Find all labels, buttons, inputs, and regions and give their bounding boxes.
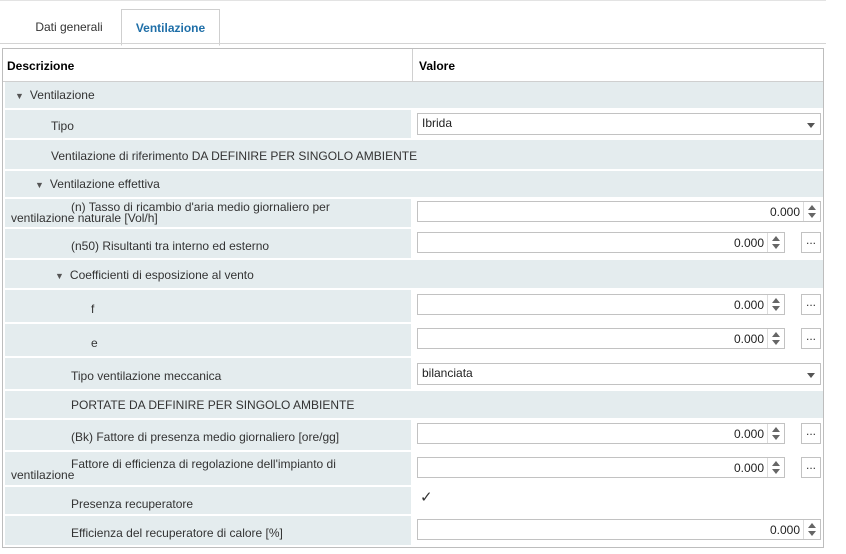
ellipsis-button[interactable]: ... bbox=[801, 232, 821, 253]
property-row-efficienza-recuperatore: Efficienza del recuperatore di calore [%… bbox=[3, 516, 823, 547]
spinner-icon[interactable] bbox=[803, 202, 820, 221]
spinner-icon[interactable] bbox=[767, 458, 784, 477]
group-label: Coefficienti di esposizione al vento bbox=[69, 268, 254, 282]
property-label: Fattore di efficienza di regolazione del… bbox=[11, 457, 336, 482]
group-row-ventilazione[interactable]: ▼ Ventilazione bbox=[3, 82, 823, 110]
column-header-descrizione[interactable]: Descrizione bbox=[3, 49, 413, 81]
property-row-tipo: Tipo Ibrida bbox=[3, 110, 823, 140]
property-label: (n50) Risultanti tra interno ed esterno bbox=[71, 239, 270, 253]
ellipsis-button[interactable]: ... bbox=[801, 423, 821, 444]
property-label: Tipo ventilazione meccanica bbox=[71, 369, 222, 383]
property-label: Efficienza del recuperatore di calore [%… bbox=[71, 526, 283, 540]
property-grid: Descrizione Valore ▼ Ventilazione Tipo Ib… bbox=[2, 48, 824, 548]
dropdown-arrow-icon[interactable] bbox=[807, 123, 815, 128]
e-input[interactable]: 0.000 bbox=[417, 328, 785, 349]
spinner-icon[interactable] bbox=[767, 295, 784, 314]
tab-divider bbox=[0, 43, 826, 44]
note-text: Ventilazione di riferimento DA DEFINIRE … bbox=[51, 149, 418, 163]
ellipsis-button[interactable]: ... bbox=[801, 294, 821, 315]
efficienza-recuperatore-input[interactable]: 0.000 bbox=[417, 519, 821, 540]
spinner-icon[interactable] bbox=[767, 424, 784, 443]
note-text: PORTATE DA DEFINIRE PER SINGOLO AMBIENTE bbox=[71, 398, 355, 412]
group-row-coefficienti[interactable]: ▼ Coefficienti di esposizione al vento bbox=[3, 260, 823, 290]
info-row-portate: PORTATE DA DEFINIRE PER SINGOLO AMBIENTE bbox=[3, 391, 823, 420]
property-label: Tipo bbox=[51, 119, 74, 133]
recuperatore-checkbox[interactable]: ✓ bbox=[420, 490, 436, 506]
ellipsis-button[interactable]: ... bbox=[801, 457, 821, 478]
column-header-valore[interactable]: Valore bbox=[415, 49, 455, 81]
select-value: bilanciata bbox=[422, 366, 473, 380]
property-label: (Bk) Fattore di presenza medio giornalie… bbox=[71, 430, 340, 444]
n50-input[interactable]: 0.000 bbox=[417, 232, 785, 253]
property-label: e bbox=[91, 336, 98, 350]
property-row-tipo-meccanica: Tipo ventilazione meccanica bilanciata bbox=[3, 358, 823, 391]
group-label: Ventilazione effettiva bbox=[49, 177, 160, 191]
info-row-riferimento: Ventilazione di riferimento DA DEFINIRE … bbox=[3, 140, 823, 171]
select-value: Ibrida bbox=[422, 116, 453, 130]
tipo-select[interactable]: Ibrida bbox=[417, 113, 821, 135]
spinner-icon[interactable] bbox=[767, 233, 784, 252]
property-row-efficienza-regolazione: Fattore di efficienza di regolazione del… bbox=[3, 452, 823, 487]
property-row-tasso-ricambio: (n) Tasso di ricambio d'aria medio giorn… bbox=[3, 199, 823, 229]
spinner-icon[interactable] bbox=[803, 520, 820, 539]
property-label: (n) Tasso di ricambio d'aria medio giorn… bbox=[11, 200, 330, 225]
bk-input[interactable]: 0.000 bbox=[417, 423, 785, 444]
tab-dati-generali[interactable]: Dati generali bbox=[20, 9, 118, 45]
tab-bar: Dati generali Ventilazione bbox=[0, 0, 826, 46]
collapse-caret-icon[interactable]: ▼ bbox=[35, 180, 44, 190]
property-row-f: f 0.000 ... bbox=[3, 290, 823, 324]
tasso-input[interactable]: 0.000 bbox=[417, 201, 821, 222]
spinner-icon[interactable] bbox=[767, 329, 784, 348]
property-label: Presenza recuperatore bbox=[71, 497, 194, 511]
dropdown-arrow-icon[interactable] bbox=[807, 373, 815, 378]
group-label: Ventilazione bbox=[29, 88, 95, 102]
property-label: f bbox=[91, 302, 95, 316]
collapse-caret-icon[interactable]: ▼ bbox=[55, 271, 64, 281]
efficienza-regolazione-input[interactable]: 0.000 bbox=[417, 457, 785, 478]
f-input[interactable]: 0.000 bbox=[417, 294, 785, 315]
collapse-caret-icon[interactable]: ▼ bbox=[15, 91, 24, 101]
group-row-ventilazione-effettiva[interactable]: ▼ Ventilazione effettiva bbox=[3, 171, 823, 199]
property-row-e: e 0.000 ... bbox=[3, 324, 823, 358]
property-row-presenza-recuperatore: Presenza recuperatore ✓ bbox=[3, 487, 823, 516]
property-row-bk: (Bk) Fattore di presenza medio giornalie… bbox=[3, 420, 823, 452]
property-row-n50: (n50) Risultanti tra interno ed esterno … bbox=[3, 229, 823, 260]
ellipsis-button[interactable]: ... bbox=[801, 328, 821, 349]
tipo-meccanica-select[interactable]: bilanciata bbox=[417, 363, 821, 385]
tab-ventilazione[interactable]: Ventilazione bbox=[121, 9, 220, 46]
